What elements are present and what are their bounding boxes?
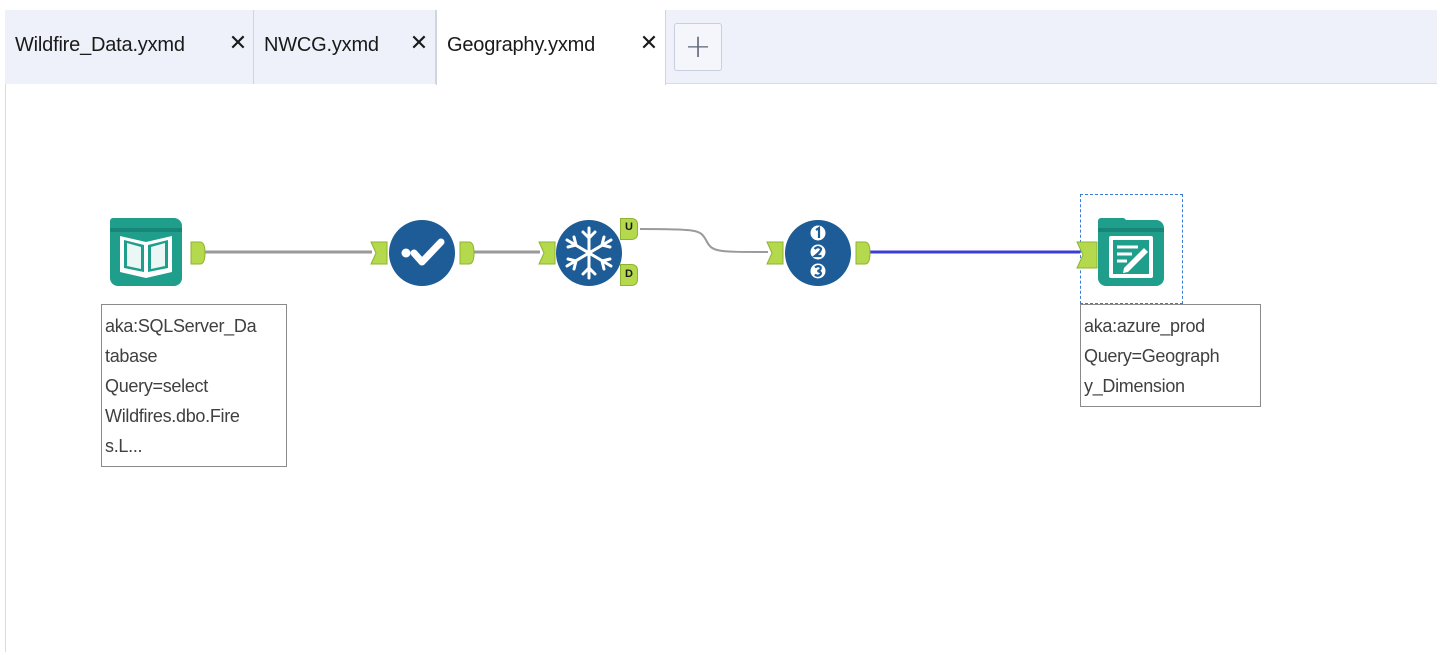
select-tool[interactable]	[387, 218, 457, 288]
recordid-output-anchor[interactable]	[855, 241, 871, 265]
recordid-input-anchor[interactable]	[766, 241, 784, 265]
book-icon	[120, 236, 172, 278]
output-tool-annotation: aka:azure_prod Query=Geograph y_Dimensio…	[1080, 304, 1261, 407]
document-edit-icon	[1109, 236, 1153, 278]
select-output-anchor[interactable]	[459, 241, 475, 265]
numbered-list-icon	[810, 225, 826, 279]
output-data-tool[interactable]	[1096, 214, 1166, 290]
anchor-label-d: D	[625, 268, 633, 280]
select-input-anchor[interactable]	[370, 241, 388, 265]
anchor-label-u: U	[625, 221, 633, 233]
record-id-tool[interactable]	[783, 218, 853, 288]
input-data-tool[interactable]	[106, 214, 186, 290]
unique-u-anchor[interactable]: U	[620, 218, 638, 240]
output-input-anchor[interactable]	[1076, 241, 1098, 269]
input-tool-annotation: aka:SQLServer_Da tabase Query=select Wil…	[101, 304, 287, 467]
wire-unique-to-recordid[interactable]	[639, 228, 769, 253]
input-output-anchor[interactable]	[190, 241, 206, 265]
unique-d-anchor[interactable]: D	[620, 264, 638, 286]
unique-tool[interactable]	[554, 218, 624, 288]
workflow-app: Wildfire_Data.yxmd ✕ NWCG.yxmd ✕ Geograp…	[0, 0, 1442, 652]
